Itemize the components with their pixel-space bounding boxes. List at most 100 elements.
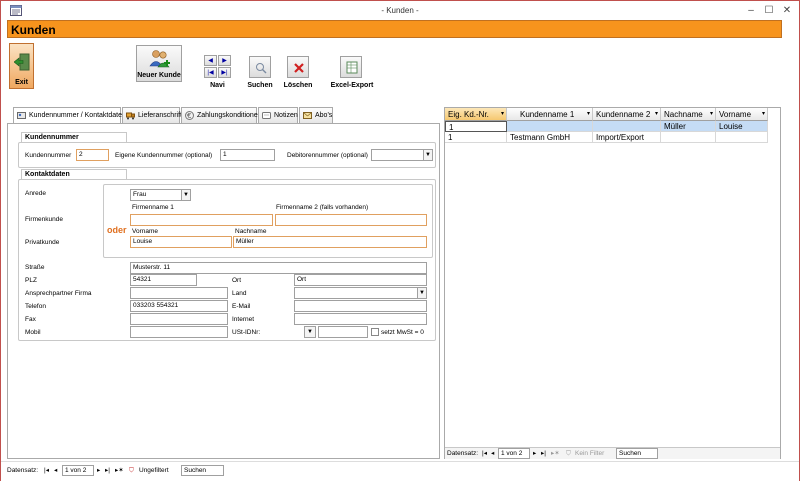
mwst-checkbox[interactable] [371, 328, 379, 336]
search-label: Suchen [247, 82, 273, 89]
nav-first-button[interactable]: |◀ [204, 67, 217, 78]
tab-kontaktdaten[interactable]: Kundennummer / Kontaktdaten [13, 107, 126, 124]
firmenname1-input[interactable] [130, 214, 273, 226]
nav-last-button[interactable]: ▶| [218, 67, 231, 78]
new-record-icon[interactable]: ▸✶ [551, 448, 560, 460]
column-header[interactable]: Kundenname 2 ▾ [593, 108, 661, 121]
firmenkunde-label: Firmenkunde [25, 216, 63, 223]
column-header-label: Nachname [664, 110, 703, 119]
delete-label: Löschen [283, 82, 313, 89]
nav-next-button[interactable]: ▶ [218, 55, 231, 66]
mobil-label: Mobil [25, 329, 41, 336]
column-header[interactable]: Eig. Kd.-Nr. ▾ [445, 108, 507, 121]
status-bar: Datensatz: |◂ ◂ 1 von 2 ▸ ▸| ▸✶ ⛉ Ungefi… [1, 461, 799, 481]
chevron-down-icon[interactable]: ▼ [423, 150, 432, 160]
eigene-kundennummer-input[interactable]: 1 [220, 149, 275, 161]
plz-input[interactable]: 54321 [130, 274, 197, 286]
grid-record-position[interactable]: 1 von 2 [498, 448, 530, 459]
filter-icon[interactable]: ⛉ [129, 465, 134, 477]
tab-abos[interactable]: Abo's [299, 107, 333, 123]
table-cell[interactable]: Testmann GmbH [507, 132, 593, 143]
ustid-country-select[interactable]: ▼ [304, 326, 316, 338]
filter-icon[interactable]: ⛉ [566, 448, 571, 460]
telefon-input[interactable]: 033203 554321 [130, 300, 228, 312]
chevron-down-icon[interactable]: ▾ [587, 108, 590, 120]
euro-icon: € [185, 111, 194, 120]
column-header[interactable]: Kundenname 1 ▾ [507, 108, 593, 121]
tab-label: Zahlungskonditionen [197, 112, 262, 119]
kundennummer-input[interactable]: 2 [76, 149, 109, 161]
maximize-button[interactable]: ☐ [761, 4, 777, 18]
first-record-icon[interactable]: |◂ [44, 465, 49, 477]
table-cell[interactable]: 1 [445, 132, 507, 143]
table-cell[interactable] [661, 132, 716, 143]
privatkunde-label: Privatkunde [25, 239, 60, 246]
table-row[interactable]: 1 Müller Louise [445, 121, 768, 132]
firmenname2-input[interactable] [275, 214, 427, 226]
chevron-down-icon[interactable]: ▾ [501, 108, 504, 120]
fax-label: Fax [25, 316, 36, 323]
grid-record-navigator: Datensatz: |◂ ◂ 1 von 2 ▸ ▸| ▸✶ ⛉ Kein F… [445, 447, 780, 459]
mobil-input[interactable] [130, 326, 228, 338]
close-button[interactable]: ✕ [779, 4, 795, 18]
tab-notizen[interactable]: Notizen [258, 107, 298, 123]
internet-input[interactable] [294, 313, 427, 325]
table-cell[interactable]: Import/Export [593, 132, 661, 143]
exit-button[interactable]: Exit [9, 43, 34, 89]
land-select[interactable]: ▼ [294, 287, 427, 299]
prev-record-icon[interactable]: ◂ [54, 465, 57, 477]
table-cell[interactable] [716, 132, 768, 143]
chevron-down-icon[interactable]: ▼ [181, 190, 190, 200]
ansprechpartner-input[interactable] [130, 287, 228, 299]
nachname-input[interactable]: Müller [233, 236, 427, 248]
ustid-input[interactable] [318, 326, 368, 338]
title-bar: - Kunden - – ☐ ✕ [1, 1, 799, 21]
chevron-down-icon[interactable]: ▼ [417, 288, 426, 298]
nav-prev-button[interactable]: ◀ [204, 55, 217, 66]
table-row[interactable]: 1 Testmann GmbH Import/Export [445, 132, 768, 143]
first-record-icon[interactable]: |◂ [482, 448, 487, 460]
delete-button[interactable] [287, 56, 309, 78]
chevron-down-icon[interactable]: ▾ [710, 108, 713, 120]
last-record-icon[interactable]: ▸| [541, 448, 546, 460]
ort-input[interactable]: Ort [294, 274, 427, 286]
table-cell[interactable]: Müller [661, 121, 716, 132]
debitorennummer-label: Debitorennummer (optional) [287, 152, 368, 159]
table-cell[interactable]: 1 [445, 121, 507, 132]
form-header: Kunden [7, 20, 782, 38]
record-position[interactable]: 1 von 2 [62, 465, 94, 476]
email-input[interactable] [294, 300, 427, 312]
table-cell[interactable] [593, 121, 661, 132]
strasse-input[interactable]: Musterstr. 11 [130, 262, 427, 274]
grid-search-input[interactable]: Suchen [616, 448, 658, 459]
new-customer-button[interactable]: Neuer Kunde [136, 45, 182, 82]
search-input[interactable]: Suchen [181, 465, 224, 476]
excel-export-button[interactable] [340, 56, 362, 78]
next-record-icon[interactable]: ▸ [533, 448, 536, 460]
new-customer-label: Neuer Kunde [137, 72, 181, 79]
grid-filter-status[interactable]: Kein Filter [575, 448, 604, 460]
mwst-label: setzt MwSt = 0 [381, 329, 424, 336]
prev-record-icon[interactable]: ◂ [491, 448, 494, 460]
filter-status[interactable]: Ungefiltert [139, 465, 169, 477]
tab-lieferanschrift[interactable]: Lieferanschrift [122, 107, 182, 123]
debitorennummer-select[interactable]: ▼ [371, 149, 433, 161]
anrede-select[interactable]: Frau ▼ [130, 189, 191, 201]
vorname-input[interactable]: Louise [130, 236, 232, 248]
firmenname2-label: Firmenname 2 (falls vorhanden) [276, 204, 369, 211]
last-record-icon[interactable]: ▸| [105, 465, 110, 477]
new-record-icon[interactable]: ▸✶ [115, 465, 124, 477]
column-header[interactable]: Vorname ▾ [716, 108, 768, 121]
chevron-down-icon[interactable]: ▾ [762, 108, 765, 120]
search-button[interactable] [249, 56, 271, 78]
fax-input[interactable] [130, 313, 228, 325]
tab-zahlungskonditionen[interactable]: € Zahlungskonditionen [181, 107, 262, 123]
next-record-icon[interactable]: ▸ [97, 465, 100, 477]
column-header[interactable]: Nachname ▾ [661, 108, 716, 121]
table-cell[interactable]: Louise [716, 121, 768, 132]
table-cell[interactable] [507, 121, 593, 132]
customer-datasheet: Eig. Kd.-Nr. ▾ Kundenname 1 ▾ Kundenname 2… [444, 107, 781, 459]
chevron-down-icon[interactable]: ▾ [655, 108, 658, 120]
minimize-button[interactable]: – [743, 4, 759, 18]
chevron-down-icon[interactable]: ▼ [305, 327, 315, 337]
